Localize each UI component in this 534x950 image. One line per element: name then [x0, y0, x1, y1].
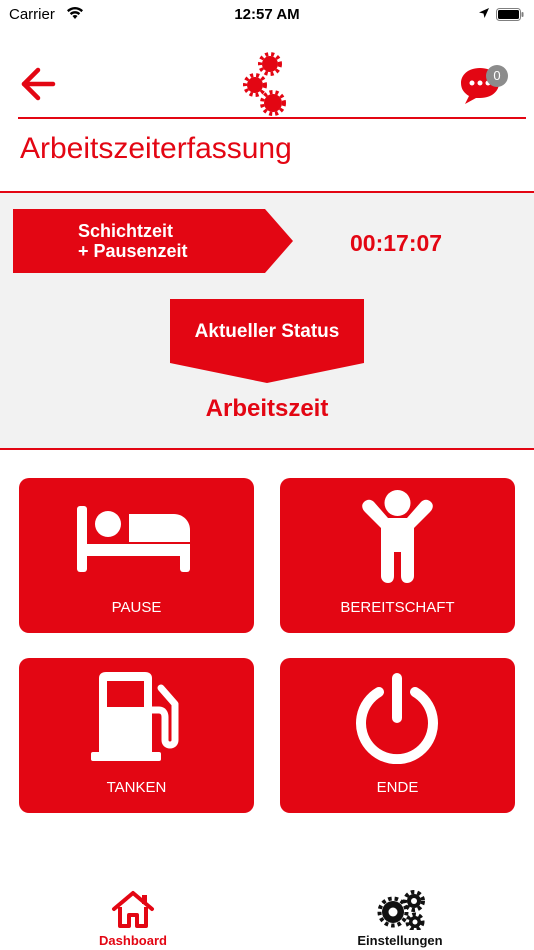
- shift-time-label: Schichtzeit + Pausenzeit: [78, 221, 188, 261]
- page-title: Arbeitszeiterfassung: [20, 132, 292, 165]
- message-count-badge: 0: [486, 65, 508, 87]
- tanken-label: TANKEN: [106, 779, 167, 796]
- shift-elapsed-time: 00:17:07: [350, 230, 443, 256]
- ende-button[interactable]: ENDE: [280, 658, 515, 813]
- tab-einstellungen[interactable]: Einstellungen: [300, 880, 500, 950]
- gears-icon: [377, 890, 425, 930]
- shift-label-line2: + Pausenzeit: [78, 241, 188, 261]
- status-panel: Schichtzeit + Pausenzeit 00:17:07 Aktuel…: [0, 191, 534, 450]
- current-status-value: Arbeitszeit: [205, 395, 329, 422]
- gears-logo-icon: [243, 52, 286, 116]
- current-status-label: Aktueller Status: [194, 321, 340, 342]
- tab-dashboard-label: Dashboard: [99, 933, 167, 948]
- home-icon: [112, 891, 154, 928]
- bereitschaft-label: BEREITSCHAFT: [340, 599, 455, 616]
- tab-einstellungen-label: Einstellungen: [357, 933, 443, 948]
- ende-label: ENDE: [376, 779, 419, 796]
- power-icon: [356, 673, 438, 764]
- bereitschaft-button[interactable]: BEREITSCHAFT: [280, 478, 515, 633]
- back-arrow-icon[interactable]: [18, 66, 56, 102]
- shift-label-line1: Schichtzeit: [78, 221, 174, 241]
- battery-icon: [496, 8, 524, 21]
- location-arrow-icon: [479, 8, 489, 18]
- status-bar: Carrier 12:57 AM: [0, 0, 534, 30]
- tab-bar: Dashboard Einstellungen: [0, 880, 534, 950]
- header-divider: [18, 117, 526, 119]
- navigation-bar: [0, 50, 534, 118]
- pause-button[interactable]: PAUSE: [19, 478, 254, 633]
- clock-label: 12:57 AM: [234, 6, 300, 23]
- fuel-pump-icon: [91, 672, 179, 761]
- tab-dashboard[interactable]: Dashboard: [33, 880, 233, 950]
- person-arms-up-icon: [362, 490, 433, 583]
- pause-label: PAUSE: [111, 599, 162, 616]
- bed-icon: [77, 506, 190, 572]
- tanken-button[interactable]: TANKEN: [19, 658, 254, 813]
